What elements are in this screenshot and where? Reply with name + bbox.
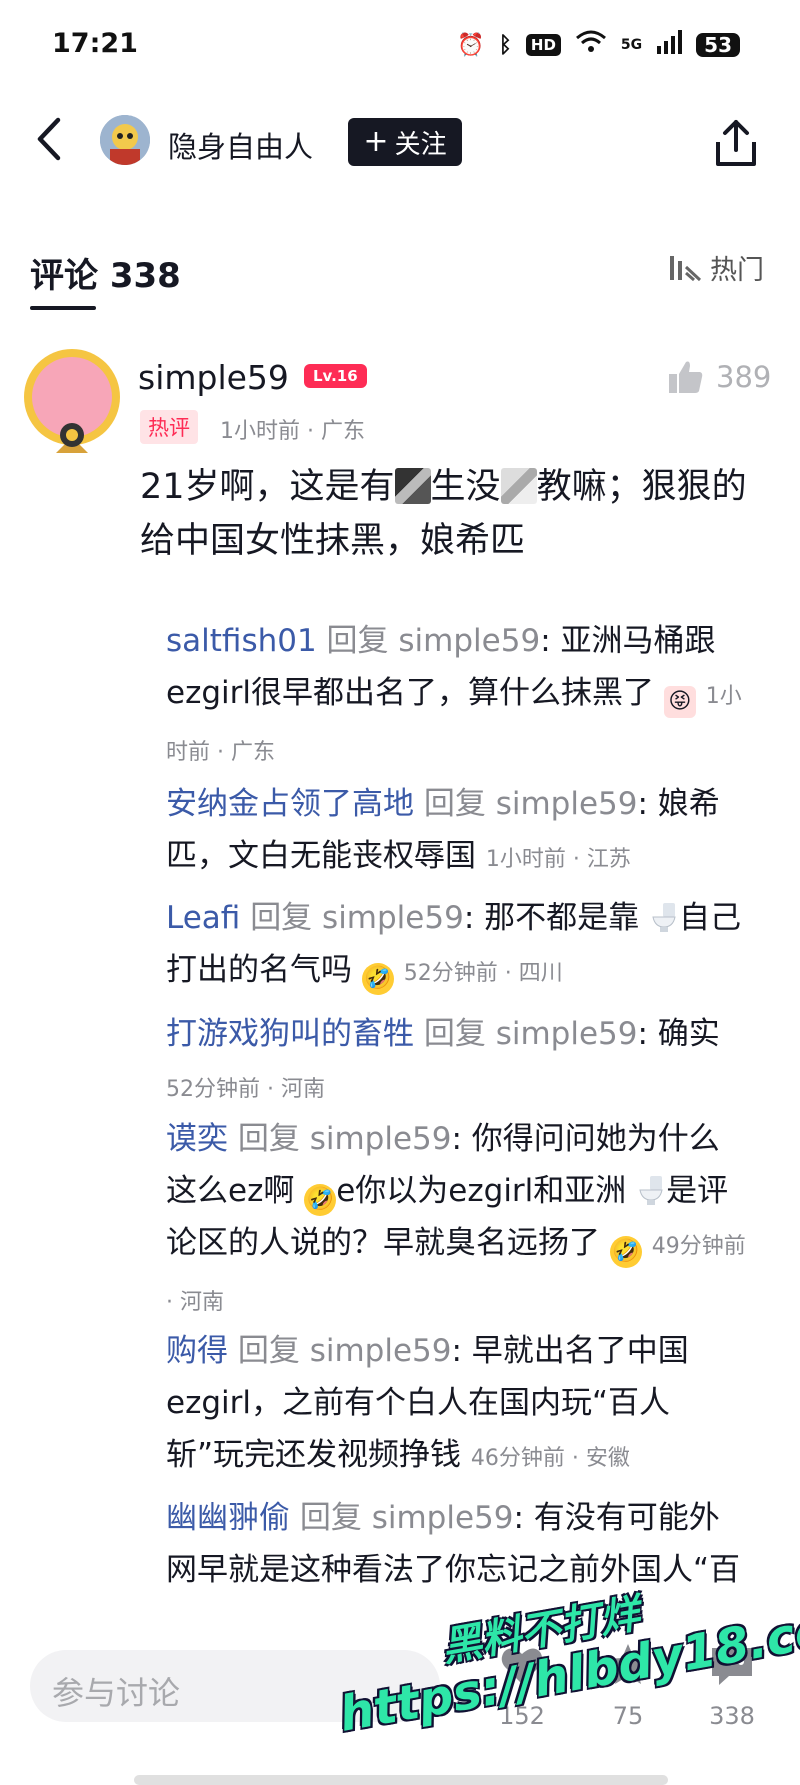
reply-word: 回复 [250, 900, 313, 936]
reply-target[interactable]: simple59 [496, 1016, 638, 1052]
reply-username[interactable]: 打游戏狗叫的畜牲 [166, 1016, 414, 1052]
reply-item[interactable]: 打游戏狗叫的畜牲 回复 simple59: 确实 52分钟前 · 河南 [166, 1008, 746, 1116]
commenter-username[interactable]: simple59 [138, 358, 289, 397]
like-button[interactable]: 389 [668, 360, 771, 394]
toilet-icon [639, 1176, 663, 1205]
laugh-emoji-icon: 🤣 [304, 1184, 337, 1216]
signal-icon [656, 30, 683, 60]
reply-username[interactable]: 谟奕 [166, 1121, 228, 1157]
reply-username[interactable]: Leafi [166, 900, 240, 936]
laugh-emoji-icon: 🤣 [609, 1236, 642, 1268]
hot-comment-tag: 热评 [140, 410, 198, 444]
reply-item[interactable]: 幽幽翀偷 回复 simple59: 有没有可能外网早就是这种看法了你忘记之前外国… [166, 1492, 746, 1612]
reply-username[interactable]: 购得 [166, 1333, 228, 1369]
sort-toggle[interactable]: 热门 [668, 248, 764, 287]
follow-button[interactable]: + 关注 [348, 118, 462, 166]
comment-total: 338 [709, 1702, 755, 1730]
commenter-avatar[interactable] [16, 345, 128, 457]
sort-icon [670, 255, 702, 281]
bluetooth-icon: ᛒ [498, 32, 512, 58]
reply-word: 回复 [423, 786, 486, 822]
comments-title[interactable]: 评论 338 [30, 248, 181, 297]
reply-meta: 52分钟前 · 河南 [166, 1077, 325, 1102]
alarm-icon: ⏰ [457, 32, 485, 58]
comment-input-placeholder[interactable]: 参与讨论 [52, 1668, 180, 1714]
comment-text-part: 21岁啊，这是有 [140, 467, 395, 507]
reply-target[interactable]: simple59 [310, 1333, 452, 1369]
reply-target[interactable]: simple59 [398, 623, 540, 659]
battery-icon: 53 [696, 33, 740, 57]
reply-word: 回复 [237, 1333, 300, 1369]
sort-label: 热门 [710, 255, 764, 286]
comment-meta: 1小时前 · 广东 [220, 419, 365, 444]
reply-word: 回复 [423, 1016, 486, 1052]
author-avatar[interactable] [100, 115, 150, 165]
reply-meta: 46分钟前 · 安徽 [470, 1446, 630, 1471]
like-count: 389 [716, 360, 772, 394]
status-time: 17:21 [52, 28, 138, 59]
reply-item[interactable]: 购得 回复 simple59: 早就出名了中国ezgirl，之前有个白人在国内玩… [166, 1325, 746, 1485]
censored-mark [500, 468, 537, 504]
censored-mark [394, 468, 431, 504]
follow-label: 关注 [394, 129, 447, 160]
emoji-icon: 😝 [663, 686, 696, 718]
reply-username[interactable]: 安纳金占领了高地 [166, 786, 414, 822]
wifi-icon [575, 30, 607, 60]
favorite-total: 75 [612, 1702, 644, 1730]
reply-word: 回复 [299, 1500, 362, 1536]
reply-text: : 确实 [637, 1016, 720, 1052]
tab-underline [30, 306, 96, 310]
reply-item[interactable]: 安纳金占领了高地 回复 simple59: 娘希匹，文白无能丧权辱国 1小时前 … [166, 778, 746, 886]
reply-target[interactable]: simple59 [372, 1500, 514, 1536]
reply-item[interactable]: saltfish01 回复 simple59: 亚洲马桶跟ezgirl很早都出名… [166, 615, 746, 779]
home-indicator [134, 1775, 668, 1785]
reply-target[interactable]: simple59 [496, 786, 638, 822]
reply-text: e你以为ezgirl和亚洲 [336, 1173, 627, 1209]
comment-text: 21岁啊，这是有 生没 教嘛；狠狠的给中国女性抹黑，娘希匹 [140, 460, 760, 568]
reply-word: 回复 [237, 1121, 300, 1157]
reply-item[interactable]: 谟奕 回复 simple59: 你得问问她为什么这么ez啊 🤣e你以为ezgir… [166, 1113, 746, 1329]
status-icons: ⏰ ᛒ HD 5G 53 [457, 30, 740, 60]
reply-username[interactable]: 幽幽翀偷 [166, 1500, 290, 1536]
reply-meta: 52分钟前 · 四川 [403, 961, 563, 986]
reply-item[interactable]: Leafi 回复 simple59: 那不都是靠 自己打出的名气吗 🤣 52分钟… [166, 892, 746, 1000]
toilet-icon [652, 903, 676, 932]
network-label: 5G [620, 37, 643, 53]
reply-word: 回复 [326, 623, 389, 659]
plus-icon: + [363, 124, 389, 159]
level-badge: Lv.16 [304, 364, 367, 388]
reply-username[interactable]: saltfish01 [166, 623, 317, 659]
thumbs-up-icon [669, 361, 703, 393]
laugh-emoji-icon: 🤣 [361, 963, 394, 995]
author-name[interactable]: 隐身自由人 [168, 124, 313, 166]
comment-text-part: 生没 [430, 467, 501, 507]
reply-target[interactable]: simple59 [310, 1121, 452, 1157]
reply-text: : 那不都是靠 [463, 900, 640, 936]
reply-meta: 1小时前 · 江苏 [485, 847, 631, 872]
hd-icon: HD [525, 34, 561, 56]
share-icon[interactable] [712, 118, 760, 170]
reply-target[interactable]: simple59 [322, 900, 464, 936]
back-icon[interactable] [30, 114, 70, 164]
